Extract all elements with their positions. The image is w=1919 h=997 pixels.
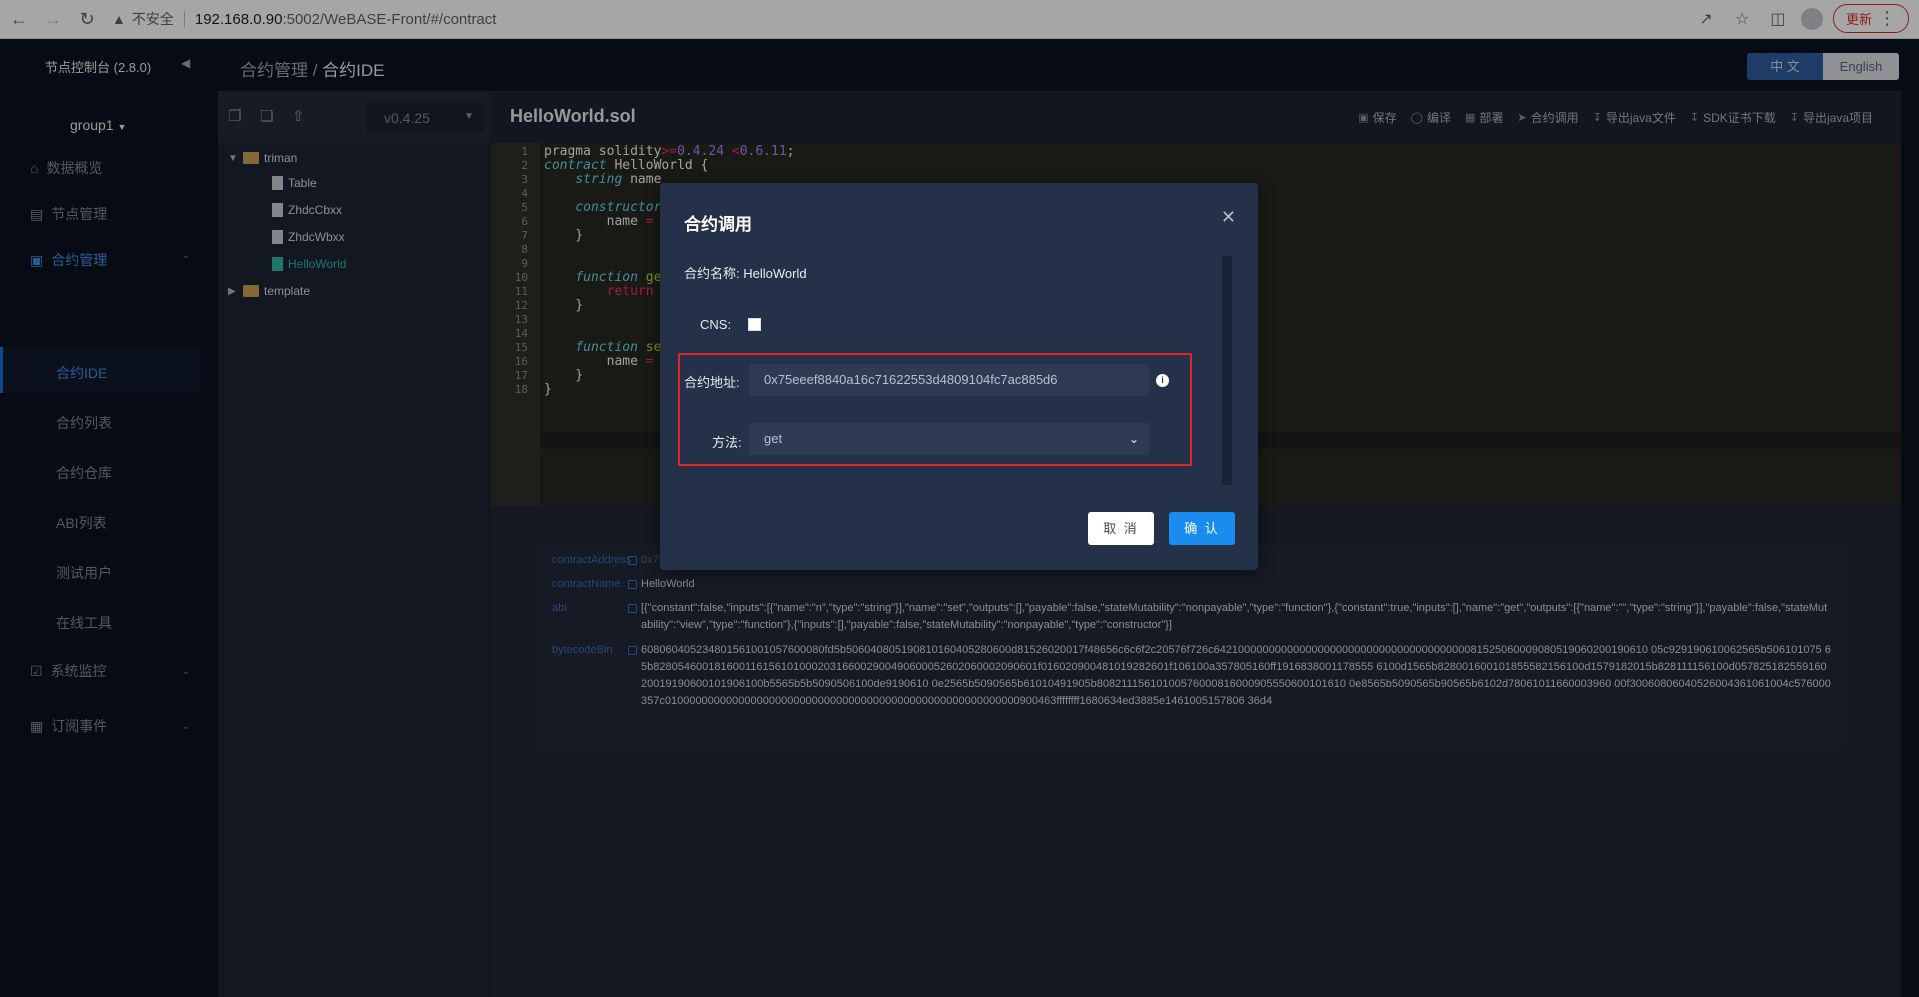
contract-address-input[interactable] [749,364,1149,396]
method-label: 方法: [712,435,742,450]
info-icon[interactable]: i [1156,374,1169,387]
contract-address-label: 合约地址: [684,375,740,390]
dialog-scrollbar[interactable] [1222,256,1232,485]
contract-call-dialog: 合约调用 ✕ 合约名称: HelloWorld CNS: 合约地址: i 方法:… [660,183,1258,570]
dialog-title: 合约调用 [684,215,752,234]
method-select[interactable]: get ⌄ [749,423,1149,455]
contract-name-row: 合约名称: HelloWorld [684,263,807,282]
confirm-button[interactable]: 确 认 [1169,512,1235,545]
cancel-button[interactable]: 取 消 [1088,512,1154,545]
contract-name-value: HelloWorld [743,266,807,281]
cns-checkbox[interactable] [748,318,761,331]
method-value: get [764,431,783,446]
close-icon[interactable]: ✕ [1221,207,1236,228]
chevron-down-icon: ⌄ [1128,432,1139,446]
contract-name-label: 合约名称: [684,266,740,281]
cns-label: CNS: [700,317,732,332]
